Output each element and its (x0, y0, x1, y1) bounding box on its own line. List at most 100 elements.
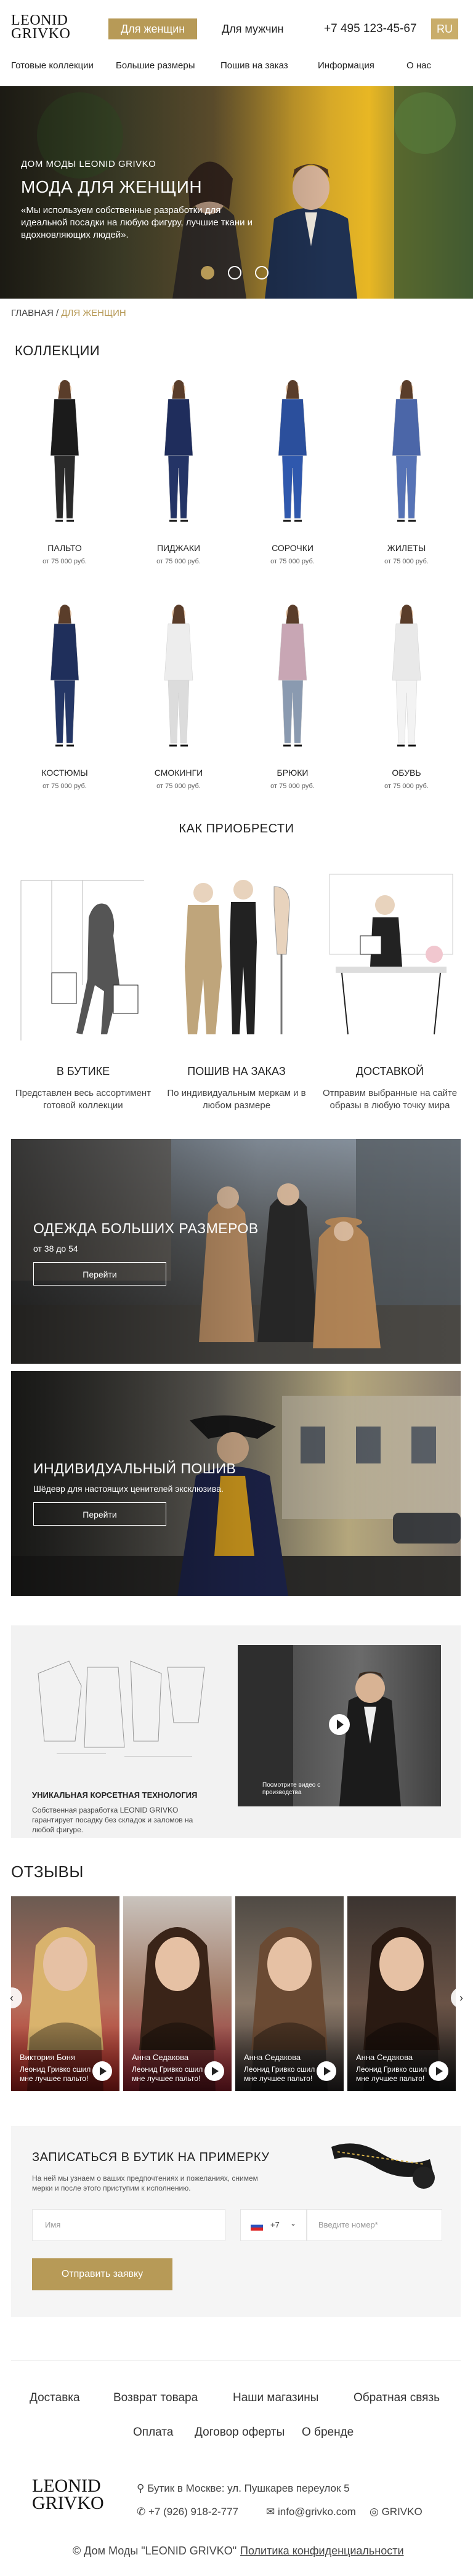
product-card[interactable]: ОБУВЬ от 75 000 руб. (354, 600, 459, 803)
mail-icon: ✉ (266, 2506, 275, 2518)
product-image (12, 600, 117, 754)
slider-dot-2[interactable] (228, 266, 241, 280)
play-icon (337, 1720, 344, 1729)
review-quote: Леонид Гривко сшил мне лучшее пальто! (132, 2065, 203, 2083)
review-card[interactable]: Анна Седакова Леонид Гривко сшил мне лучш… (123, 1896, 232, 2091)
product-card[interactable]: ПИДЖАКИ от 75 000 руб. (126, 376, 231, 579)
footer-link-about[interactable]: О бренде (302, 2426, 354, 2439)
footer-address-text: Бутик в Москве: ул. Пушкарев переулок 5 (147, 2482, 350, 2494)
reviews-next-arrow[interactable]: › (451, 1987, 472, 2008)
review-quote: Леонид Гривко сшил мне лучшее пальто! (244, 2065, 315, 2083)
slider-dot-3[interactable] (255, 266, 269, 280)
product-image (126, 376, 231, 529)
reviews-prev-arrow[interactable]: ‹ (1, 1987, 22, 2008)
country-code: +7 (270, 2220, 280, 2229)
corset-technology-section: УНИКАЛЬНАЯ КОРСЕТНАЯ ТЕХНОЛОГИЯ Собствен… (11, 1625, 461, 1838)
review-play-button[interactable] (204, 2061, 224, 2081)
privacy-link[interactable]: Политика конфиденциальности (240, 2545, 404, 2558)
russia-flag-icon (251, 2222, 263, 2231)
logo-line1: LEONID (11, 12, 68, 28)
tailoring-banner[interactable]: ИНДИВИДУАЛЬНЫЙ ПОШИВ Шёдевр для настоящи… (11, 1371, 461, 1596)
review-card[interactable]: Виктория Боня Леонид Гривко сшил мне лучш… (11, 1896, 119, 2091)
footer-link-returns[interactable]: Возврат товара (113, 2391, 198, 2405)
name-input[interactable]: Имя (32, 2209, 225, 2241)
how-to-buy-title: КАК ПРИОБРЕСТИ (179, 822, 294, 835)
product-price: от 75 000 руб. (270, 558, 315, 565)
footer-link-stores[interactable]: Наши магазины (233, 2391, 318, 2405)
country-code-select[interactable]: +7 ⌄ (240, 2209, 307, 2241)
product-card[interactable]: СМОКИНГИ от 75 000 руб. (126, 600, 231, 803)
footer-instagram[interactable]: ◎ GRIVKO (370, 2506, 422, 2518)
how-delivery-title: ДОСТАВКОЙ (355, 1065, 424, 1077)
technology-text: Собственная разработка LEONID GRIVKO гар… (32, 1806, 193, 1834)
location-pin-icon: ⚲ (137, 2482, 145, 2494)
tailoring-illustration (169, 862, 305, 1047)
review-name: Виктория Боня (20, 2053, 75, 2062)
submit-button[interactable]: Отправить заявку (32, 2258, 172, 2290)
delivery-illustration (323, 862, 459, 1047)
tailoring-button[interactable]: Перейти (33, 1502, 166, 1526)
breadcrumb-home[interactable]: ГЛАВНАЯ (11, 308, 54, 318)
breadcrumb-current: ДЛЯ ЖЕНЩИН (61, 308, 126, 318)
header-phone[interactable]: +7 495 123-45-67 (324, 22, 417, 36)
product-price: от 75 000 руб. (384, 558, 429, 565)
technology-video[interactable]: Посмотрите видео с производства (238, 1645, 441, 1806)
instagram-icon: ◎ (370, 2506, 379, 2518)
nav-tailoring[interactable]: Пошив на заказ (220, 60, 288, 71)
product-price: от 75 000 руб. (156, 783, 201, 790)
plus-size-subtitle: от 38 до 54 (33, 1244, 78, 1254)
hero-title: МОДА ДЛЯ ЖЕНЩИН (21, 177, 203, 196)
footer-phone[interactable]: ✆ +7 (926) 918-2-777 (137, 2506, 238, 2518)
product-card[interactable]: ЖИЛЕТЫ от 75 000 руб. (354, 376, 459, 579)
product-name: КОСТЮМЫ (41, 768, 88, 778)
plus-size-banner[interactable]: ОДЕЖДА БОЛЬШИХ РАЗМЕРОВ от 38 до 54 Пере… (11, 1139, 461, 1364)
footer-link-payment[interactable]: Оплата (133, 2426, 173, 2439)
nav-plus-size[interactable]: Большие размеры (116, 60, 195, 71)
review-card[interactable]: Анна Седакова Леонид Гривко сшил мне лучш… (347, 1896, 456, 2091)
product-card[interactable]: БРЮКИ от 75 000 руб. (240, 600, 345, 803)
logo[interactable]: LEONID GRIVKO (11, 12, 70, 41)
signup-text: На ней мы узнаем о ваших предпочтениях и… (32, 2174, 258, 2192)
footer-link-offer[interactable]: Договор оферты (195, 2426, 285, 2439)
men-button[interactable]: Для мужчин (209, 18, 296, 39)
tailoring-title: ИНДИВИДУАЛЬНЫЙ ПОШИВ (33, 1460, 236, 1476)
product-card[interactable]: КОСТЮМЫ от 75 000 руб. (12, 600, 117, 803)
footer-social-text: GRIVKO (381, 2506, 422, 2518)
footer-email[interactable]: ✉ info@grivko.com (266, 2506, 356, 2518)
how-boutique-text: Представлен весь ассортимент готовой кол… (15, 1088, 152, 1111)
women-button[interactable]: Для женщин (108, 18, 198, 39)
product-card[interactable]: СОРОЧКИ от 75 000 руб. (240, 376, 345, 579)
slider-dot-1[interactable] (201, 266, 214, 280)
collections-title: КОЛЛЕКЦИИ (15, 343, 100, 358)
review-name: Анна Седакова (244, 2053, 301, 2062)
product-price: от 75 000 руб. (384, 783, 429, 790)
review-play-button[interactable] (429, 2061, 448, 2081)
footer-phone-text: +7 (926) 918-2-777 (148, 2506, 239, 2518)
how-tailoring-title: ПОШИВ НА ЗАКАЗ (187, 1065, 286, 1077)
nav-ready-collections[interactable]: Готовые коллекции (11, 60, 94, 71)
how-boutique-title: В БУТИКЕ (56, 1065, 110, 1077)
chevron-down-icon: ⌄ (290, 2219, 297, 2228)
review-play-button[interactable] (92, 2061, 112, 2081)
product-price: от 75 000 руб. (42, 558, 87, 565)
footer-logo[interactable]: LEONID GRIVKO (32, 2476, 104, 2513)
boutique-illustration (15, 862, 150, 1047)
phone-placeholder: Введите номер* (318, 2220, 378, 2229)
how-delivery-text: Отправим выбранные на сайте образы в люб… (322, 1088, 458, 1111)
product-image (240, 600, 345, 754)
nav-information[interactable]: Информация (318, 60, 374, 71)
plus-size-button[interactable]: Перейти (33, 1262, 166, 1286)
footer-logo-line1: LEONID (32, 2476, 101, 2496)
review-card[interactable]: Анна Седакова Леонид Гривко сшил мне лучш… (235, 1896, 344, 2091)
signup-title: ЗАПИСАТЬСЯ В БУТИК НА ПРИМЕРКУ (32, 2151, 270, 2164)
product-image (126, 600, 231, 754)
review-play-button[interactable] (317, 2061, 336, 2081)
phone-input[interactable]: Введите номер* (307, 2209, 442, 2241)
phone-icon: ✆ (137, 2506, 146, 2518)
language-switch[interactable]: RU (431, 18, 458, 39)
review-quote: Леонид Гривко сшил мне лучшее пальто! (356, 2065, 427, 2083)
nav-about[interactable]: О нас (406, 60, 431, 71)
footer-link-delivery[interactable]: Доставка (30, 2391, 80, 2405)
footer-link-feedback[interactable]: Обратная связь (354, 2391, 440, 2405)
product-card[interactable]: ПАЛЬТО от 75 000 руб. (12, 376, 117, 579)
